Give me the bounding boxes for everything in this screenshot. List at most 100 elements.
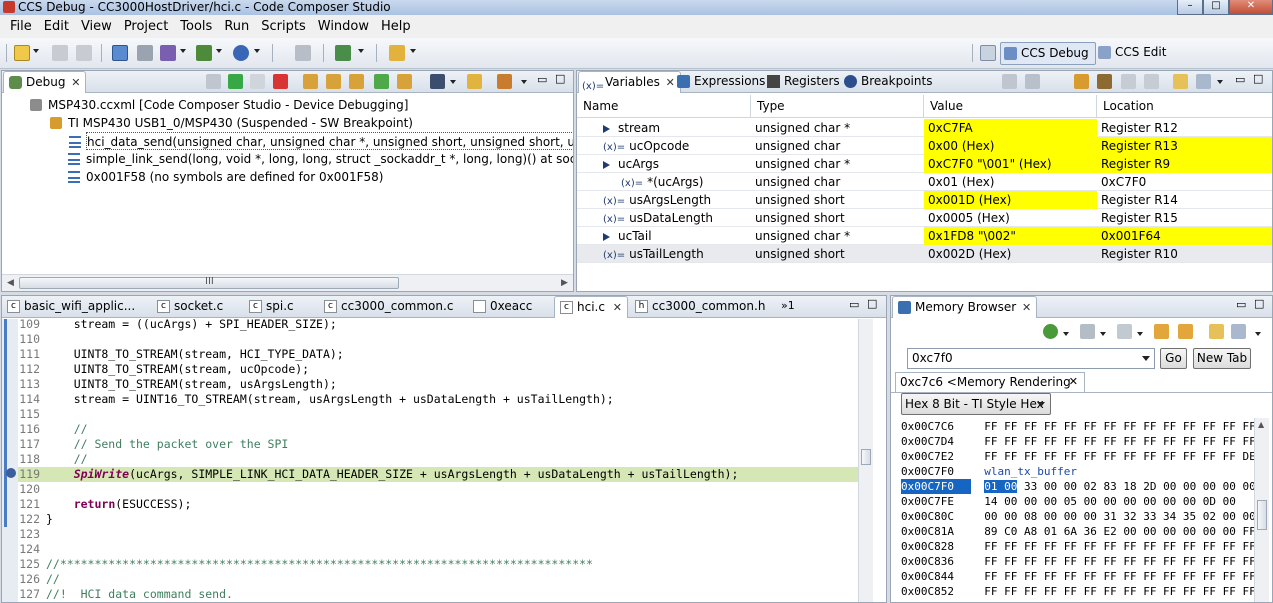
load-dropdown-icon[interactable] xyxy=(180,49,186,53)
menu-view[interactable]: View xyxy=(75,19,118,34)
tree-item-target[interactable]: TI MSP430 USB1_0/MSP430 (Suspended - SW … xyxy=(50,114,413,132)
minimize-view-icon[interactable]: ▭ xyxy=(1236,298,1246,311)
chevron-down-icon[interactable] xyxy=(1142,356,1150,361)
open-perspective-icon[interactable] xyxy=(980,45,996,61)
tab-variables[interactable]: (x)= Variables ✕ xyxy=(578,71,681,93)
scroll-thumb[interactable]: III xyxy=(19,276,399,289)
code-line[interactable]: 126 // xyxy=(18,572,858,587)
minimize-view-icon[interactable]: ▭ xyxy=(849,298,859,311)
perspective-ccs-debug[interactable]: CCS Debug xyxy=(1000,42,1096,65)
memory-row[interactable]: 0x00C7F0 01 00 33 00 00 02 83 18 2D 00 0… xyxy=(901,479,1256,494)
scroll-up-icon[interactable]: ▲ xyxy=(1258,420,1264,429)
remove-all-icon[interactable] xyxy=(1144,74,1159,89)
tree-item-frame-simple-link-send[interactable]: simple_link_send(long, void *, long, lon… xyxy=(68,150,573,168)
maximize-view-icon[interactable]: □ xyxy=(555,72,565,85)
new-dropdown-icon[interactable] xyxy=(33,49,39,53)
perspective-ccs-edit[interactable]: CCS Edit xyxy=(1095,42,1172,65)
target-dropdown-icon[interactable] xyxy=(216,49,222,53)
remove-terminated-icon[interactable] xyxy=(206,74,221,89)
menu-file[interactable]: File xyxy=(4,19,38,34)
memory-row[interactable]: 0x00C7D4 FF FF FF FF FF FF FF FF FF FF F… xyxy=(901,434,1256,449)
link-memory-icon[interactable] xyxy=(1117,324,1132,339)
memory-row[interactable]: 0x00C836 FF FF FF FF FF FF FF FF FF FF F… xyxy=(901,554,1256,569)
open-task-icon[interactable] xyxy=(295,45,311,61)
editor-vscrollbar[interactable] xyxy=(858,319,873,602)
new-memory-view-icon[interactable] xyxy=(1231,324,1246,339)
expand-pointer-icon[interactable] xyxy=(603,233,610,241)
variable-row[interactable]: (x)= ucOpcode unsigned char 0x00 (Hex) Regis… xyxy=(577,137,1272,155)
variable-row[interactable]: (x)= usDataLength unsigned short 0x0005 (He… xyxy=(577,209,1272,227)
menu-tools[interactable]: Tools xyxy=(174,19,218,34)
code-line[interactable]: 124 xyxy=(18,542,858,557)
back-icon[interactable] xyxy=(1154,324,1169,339)
memory-row[interactable]: 0x00C81A 89 C0 A8 01 6A 36 E2 00 00 00 0… xyxy=(901,524,1256,539)
save-all-icon[interactable] xyxy=(76,45,92,61)
tab-spi-c[interactable]: c spi.c xyxy=(244,296,314,318)
new-expression-icon[interactable] xyxy=(1025,74,1040,89)
expand-pointer-icon[interactable] xyxy=(603,125,610,133)
variable-row[interactable]: ucArgs unsigned char * 0xC7F0 "\001" (Hex)… xyxy=(577,155,1272,173)
memory-selected-bytes[interactable]: 01 00 xyxy=(984,480,1018,493)
minimize-button[interactable]: – xyxy=(1177,0,1203,15)
column-header-type[interactable]: Type xyxy=(751,95,924,117)
tree-item-ccxml[interactable]: MSP430.ccxml [Code Composer Studio - Dev… xyxy=(30,96,408,114)
code-line[interactable]: 109 stream = ((ucArgs) + SPI_HEADER_SIZE… xyxy=(18,317,858,332)
code-line[interactable]: 120 xyxy=(18,482,858,497)
tab-debug[interactable]: Debug ✕ xyxy=(3,71,87,93)
memory-row[interactable]: 0x00C828 FF FF FF FF FF FF FF FF FF FF F… xyxy=(901,539,1256,554)
tab-socket-c[interactable]: c socket.c xyxy=(152,296,243,318)
new-view-icon[interactable] xyxy=(1196,74,1211,89)
new-tab-button[interactable]: New Tab xyxy=(1193,348,1251,369)
memory-vscrollbar[interactable]: ▲ xyxy=(1254,418,1269,602)
menu-window[interactable]: Window xyxy=(312,19,375,34)
tree-item-frame-address[interactable]: 0x001F58 (no symbols are defined for 0x0… xyxy=(68,168,383,186)
code-line[interactable]: 127 //! HCI data command send. xyxy=(18,587,858,602)
code-line[interactable]: 118 // xyxy=(18,452,858,467)
external-tools-icon[interactable] xyxy=(233,45,249,61)
variable-row[interactable]: (x)= *(ucArgs) unsigned char 0x01 (Hex) 0xC7… xyxy=(577,173,1272,191)
maximize-view-icon[interactable]: □ xyxy=(1254,297,1264,310)
terminate-icon[interactable] xyxy=(273,74,288,89)
view-menu-icon[interactable] xyxy=(521,80,527,84)
pin-memory-icon[interactable] xyxy=(1209,324,1224,339)
resume-icon[interactable] xyxy=(228,74,243,89)
code-line[interactable]: 113 UINT8_TO_STREAM(stream, usArgsLength… xyxy=(18,377,858,392)
run-to-line-icon[interactable] xyxy=(397,74,412,89)
refresh-icon[interactable] xyxy=(1074,74,1089,89)
step-over-icon[interactable] xyxy=(326,74,341,89)
link-icon[interactable] xyxy=(137,45,153,61)
tab-cc3000-common-c[interactable]: c cc3000_common.c xyxy=(319,296,473,318)
link-dropdown-icon[interactable] xyxy=(1137,332,1143,336)
save-memory-icon[interactable] xyxy=(1080,324,1095,339)
memory-row[interactable]: 0x00C7F0 wlan_tx_buffer xyxy=(901,464,1077,479)
reset-icon[interactable] xyxy=(430,74,445,89)
view-menu-icon[interactable] xyxy=(1217,80,1223,84)
memory-row[interactable]: 0x00C844 FF FF FF FF FF FF FF FF FF FF F… xyxy=(901,569,1256,584)
refresh-dropdown-icon[interactable] xyxy=(1063,332,1069,336)
step-into-icon[interactable] xyxy=(303,74,318,89)
code-line[interactable]: 114 stream = UINT16_TO_STREAM(stream, us… xyxy=(18,392,858,407)
menu-project[interactable]: Project xyxy=(118,19,174,34)
maximize-view-icon[interactable]: □ xyxy=(867,297,877,310)
show-type-icon[interactable] xyxy=(1097,74,1112,89)
tab-cc3000-common-h[interactable]: h cc3000_common.h xyxy=(630,296,785,318)
minimize-view-icon[interactable]: ▭ xyxy=(537,73,547,86)
forward-icon[interactable] xyxy=(1178,324,1193,339)
scroll-left-icon[interactable]: ◀ xyxy=(7,278,14,288)
new-icon[interactable] xyxy=(14,45,30,61)
tab-expressions[interactable]: Expressions xyxy=(672,71,769,93)
external-dropdown-icon[interactable] xyxy=(254,49,260,53)
code-line[interactable]: 111 UINT8_TO_STREAM(stream, HCI_TYPE_DAT… xyxy=(18,347,858,362)
memory-row[interactable]: 0x00C7E2 FF FF FF FF FF FF FF FF FF FF F… xyxy=(901,449,1256,464)
close-icon[interactable]: ✕ xyxy=(1069,373,1078,391)
variable-row[interactable]: ucTail unsigned char * 0x1FD8 "\002" 0x001F… xyxy=(577,227,1272,245)
code-line[interactable]: 122} xyxy=(18,512,858,527)
scroll-thumb[interactable] xyxy=(1257,500,1267,530)
tab-memory-browser[interactable]: Memory Browser ✕ xyxy=(892,296,1038,318)
pin-icon[interactable] xyxy=(1173,74,1188,89)
refresh-memory-icon[interactable] xyxy=(1043,324,1058,339)
breakpoint-marker-icon[interactable] xyxy=(6,468,16,478)
tab-basic-wifi-application[interactable]: c basic_wifi_applic... xyxy=(2,296,155,318)
target-config-icon[interactable] xyxy=(196,45,212,61)
scroll-right-icon[interactable]: ▶ xyxy=(561,278,568,288)
